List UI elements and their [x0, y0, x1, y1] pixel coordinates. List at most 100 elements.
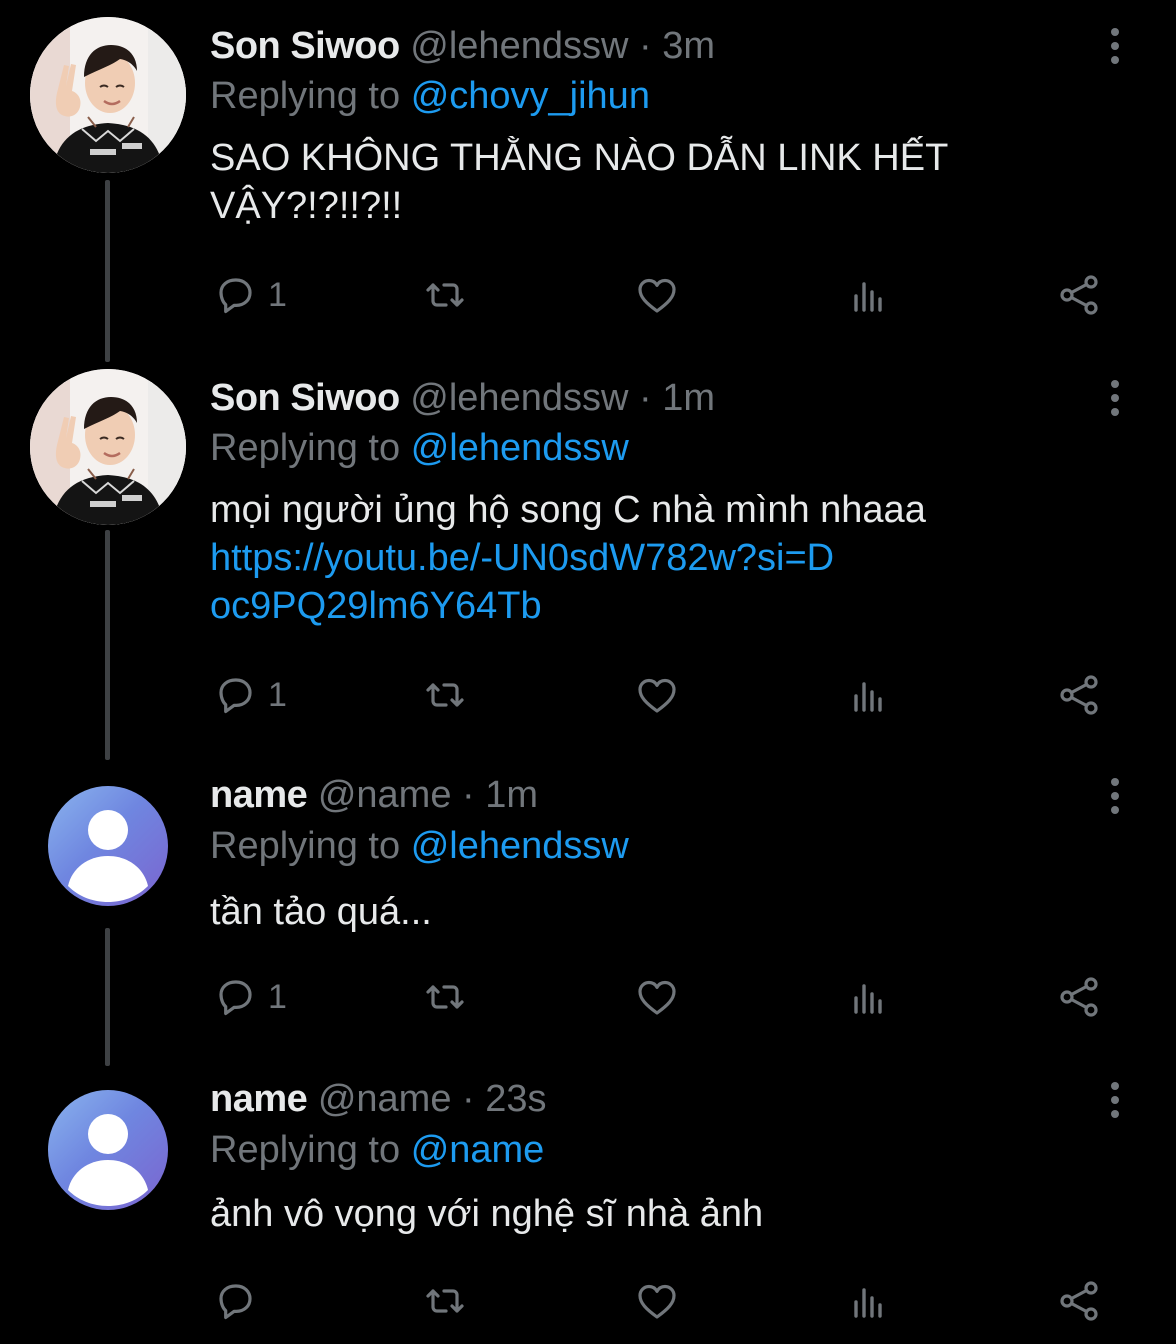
replying-to-label: Replying to	[210, 427, 401, 469]
profile-photo-icon	[30, 17, 186, 173]
tweet[interactable]: Son Siwoo @lehendssw · 1m Replying to @l…	[0, 352, 1176, 752]
mention-link[interactable]: @lehendssw	[411, 825, 629, 867]
reply-button[interactable]: 1	[212, 270, 287, 320]
like-button[interactable]	[634, 270, 680, 320]
tweet-header: name @name · 23s	[210, 1075, 547, 1123]
timestamp[interactable]: 1m	[662, 377, 715, 419]
replying-to: Replying to @name	[210, 1126, 544, 1174]
replying-to-label: Replying to	[210, 1129, 401, 1171]
handle[interactable]: @lehendssw	[410, 25, 628, 67]
heart-icon	[638, 678, 676, 713]
mention-link[interactable]: @name	[411, 1129, 545, 1171]
action-bar: 1	[0, 270, 1176, 320]
share-button[interactable]	[1056, 1276, 1102, 1326]
handle[interactable]: @name	[318, 774, 452, 816]
reply-count: 1	[268, 978, 287, 1016]
replying-to-label: Replying to	[210, 825, 401, 867]
tweet-text: ảnh vô vọng với nghệ sĩ nhà ảnh	[210, 1193, 764, 1235]
tweet[interactable]: name @name · 23s Replying to @name ảnh v…	[0, 1064, 1176, 1344]
speech-bubble-icon	[219, 278, 252, 314]
replying-to: Replying to @lehendssw	[210, 424, 629, 472]
share-icon	[1060, 977, 1098, 1017]
avatar[interactable]	[30, 17, 186, 173]
share-button[interactable]	[1056, 270, 1102, 320]
default-user-icon	[68, 810, 148, 902]
views-button[interactable]	[846, 1276, 892, 1326]
heart-icon	[638, 980, 676, 1015]
heart-icon	[638, 1284, 676, 1319]
tweet-text: mọi người ủng hộ song C nhà mình nhaaa h…	[210, 486, 1110, 630]
avatar[interactable]	[48, 1090, 168, 1210]
like-button[interactable]	[634, 670, 680, 720]
speech-bubble-icon	[219, 678, 252, 714]
separator: ·	[462, 1078, 475, 1120]
display-name[interactable]: name	[210, 1078, 308, 1120]
retweet-icon	[426, 283, 464, 307]
tweet-text: SAO KHÔNG THẰNG NÀO DẪN LINK HẾT VẬY?!?!…	[210, 137, 948, 227]
separator: ·	[638, 25, 652, 67]
retweet-icon	[426, 683, 464, 707]
vertical-ellipsis-icon[interactable]	[1100, 1080, 1130, 1120]
views-button[interactable]	[846, 972, 892, 1022]
tweet-header: Son Siwoo @lehendssw · 1m	[210, 374, 715, 422]
share-icon	[1060, 275, 1098, 315]
reply-button[interactable]	[212, 1276, 268, 1326]
share-button[interactable]	[1056, 972, 1102, 1022]
timestamp[interactable]: 23s	[485, 1078, 546, 1120]
retweet-icon	[426, 985, 464, 1009]
retweet-button[interactable]	[422, 1276, 468, 1326]
vertical-ellipsis-icon[interactable]	[1100, 776, 1130, 816]
heart-icon	[638, 278, 676, 313]
timestamp[interactable]: 3m	[662, 25, 715, 67]
reply-button[interactable]: 1	[212, 670, 287, 720]
handle[interactable]: @name	[318, 1078, 452, 1120]
bar-chart-icon	[854, 682, 882, 712]
share-button[interactable]	[1056, 670, 1102, 720]
views-button[interactable]	[846, 670, 892, 720]
action-bar: 1	[0, 670, 1176, 720]
vertical-ellipsis-icon[interactable]	[1100, 26, 1130, 66]
mention-link[interactable]: @chovy_jihun	[411, 75, 650, 117]
share-icon	[1060, 1281, 1098, 1321]
retweet-button[interactable]	[422, 670, 468, 720]
bar-chart-icon	[854, 984, 882, 1014]
display-name[interactable]: Son Siwoo	[210, 25, 400, 67]
tweet[interactable]: Son Siwoo @lehendssw · 3m Replying to @c…	[0, 0, 1176, 345]
retweet-button[interactable]	[422, 270, 468, 320]
handle[interactable]: @lehendssw	[410, 377, 628, 419]
mention-link[interactable]: @lehendssw	[411, 427, 629, 469]
reply-count: 1	[268, 276, 287, 314]
like-button[interactable]	[634, 972, 680, 1022]
tweet-link[interactable]: https://youtu.be/-UN0sdW782w?si=Doc9PQ29…	[210, 534, 850, 630]
bar-chart-icon	[854, 282, 882, 312]
profile-photo-icon	[30, 369, 186, 525]
retweet-button[interactable]	[422, 972, 468, 1022]
speech-bubble-icon	[219, 980, 252, 1016]
replying-to: Replying to @chovy_jihun	[210, 72, 650, 120]
avatar[interactable]	[48, 786, 168, 906]
tweet-header: Son Siwoo @lehendssw · 3m	[210, 22, 715, 70]
avatar[interactable]	[30, 369, 186, 525]
retweet-icon	[426, 1289, 464, 1313]
action-bar	[0, 1276, 1176, 1326]
timestamp[interactable]: 1m	[485, 774, 538, 816]
separator: ·	[462, 774, 475, 816]
bar-chart-icon	[854, 1288, 882, 1318]
tweet-text-body: mọi người ủng hộ song C nhà mình nhaaa	[210, 489, 926, 531]
action-bar: 1	[0, 972, 1176, 1022]
speech-bubble-icon	[219, 1284, 252, 1320]
replying-to-label: Replying to	[210, 75, 401, 117]
like-button[interactable]	[634, 1276, 680, 1326]
views-button[interactable]	[846, 270, 892, 320]
share-icon	[1060, 675, 1098, 715]
tweet-header: name @name · 1m	[210, 771, 538, 819]
replying-to: Replying to @lehendssw	[210, 822, 629, 870]
display-name[interactable]: name	[210, 774, 308, 816]
separator: ·	[638, 377, 652, 419]
display-name[interactable]: Son Siwoo	[210, 377, 400, 419]
tweet[interactable]: name @name · 1m Replying to @lehendssw t…	[0, 760, 1176, 1050]
reply-button[interactable]: 1	[212, 972, 287, 1022]
reply-count: 1	[268, 676, 287, 714]
vertical-ellipsis-icon[interactable]	[1100, 378, 1130, 418]
tweet-text: tần tảo quá...	[210, 891, 432, 933]
